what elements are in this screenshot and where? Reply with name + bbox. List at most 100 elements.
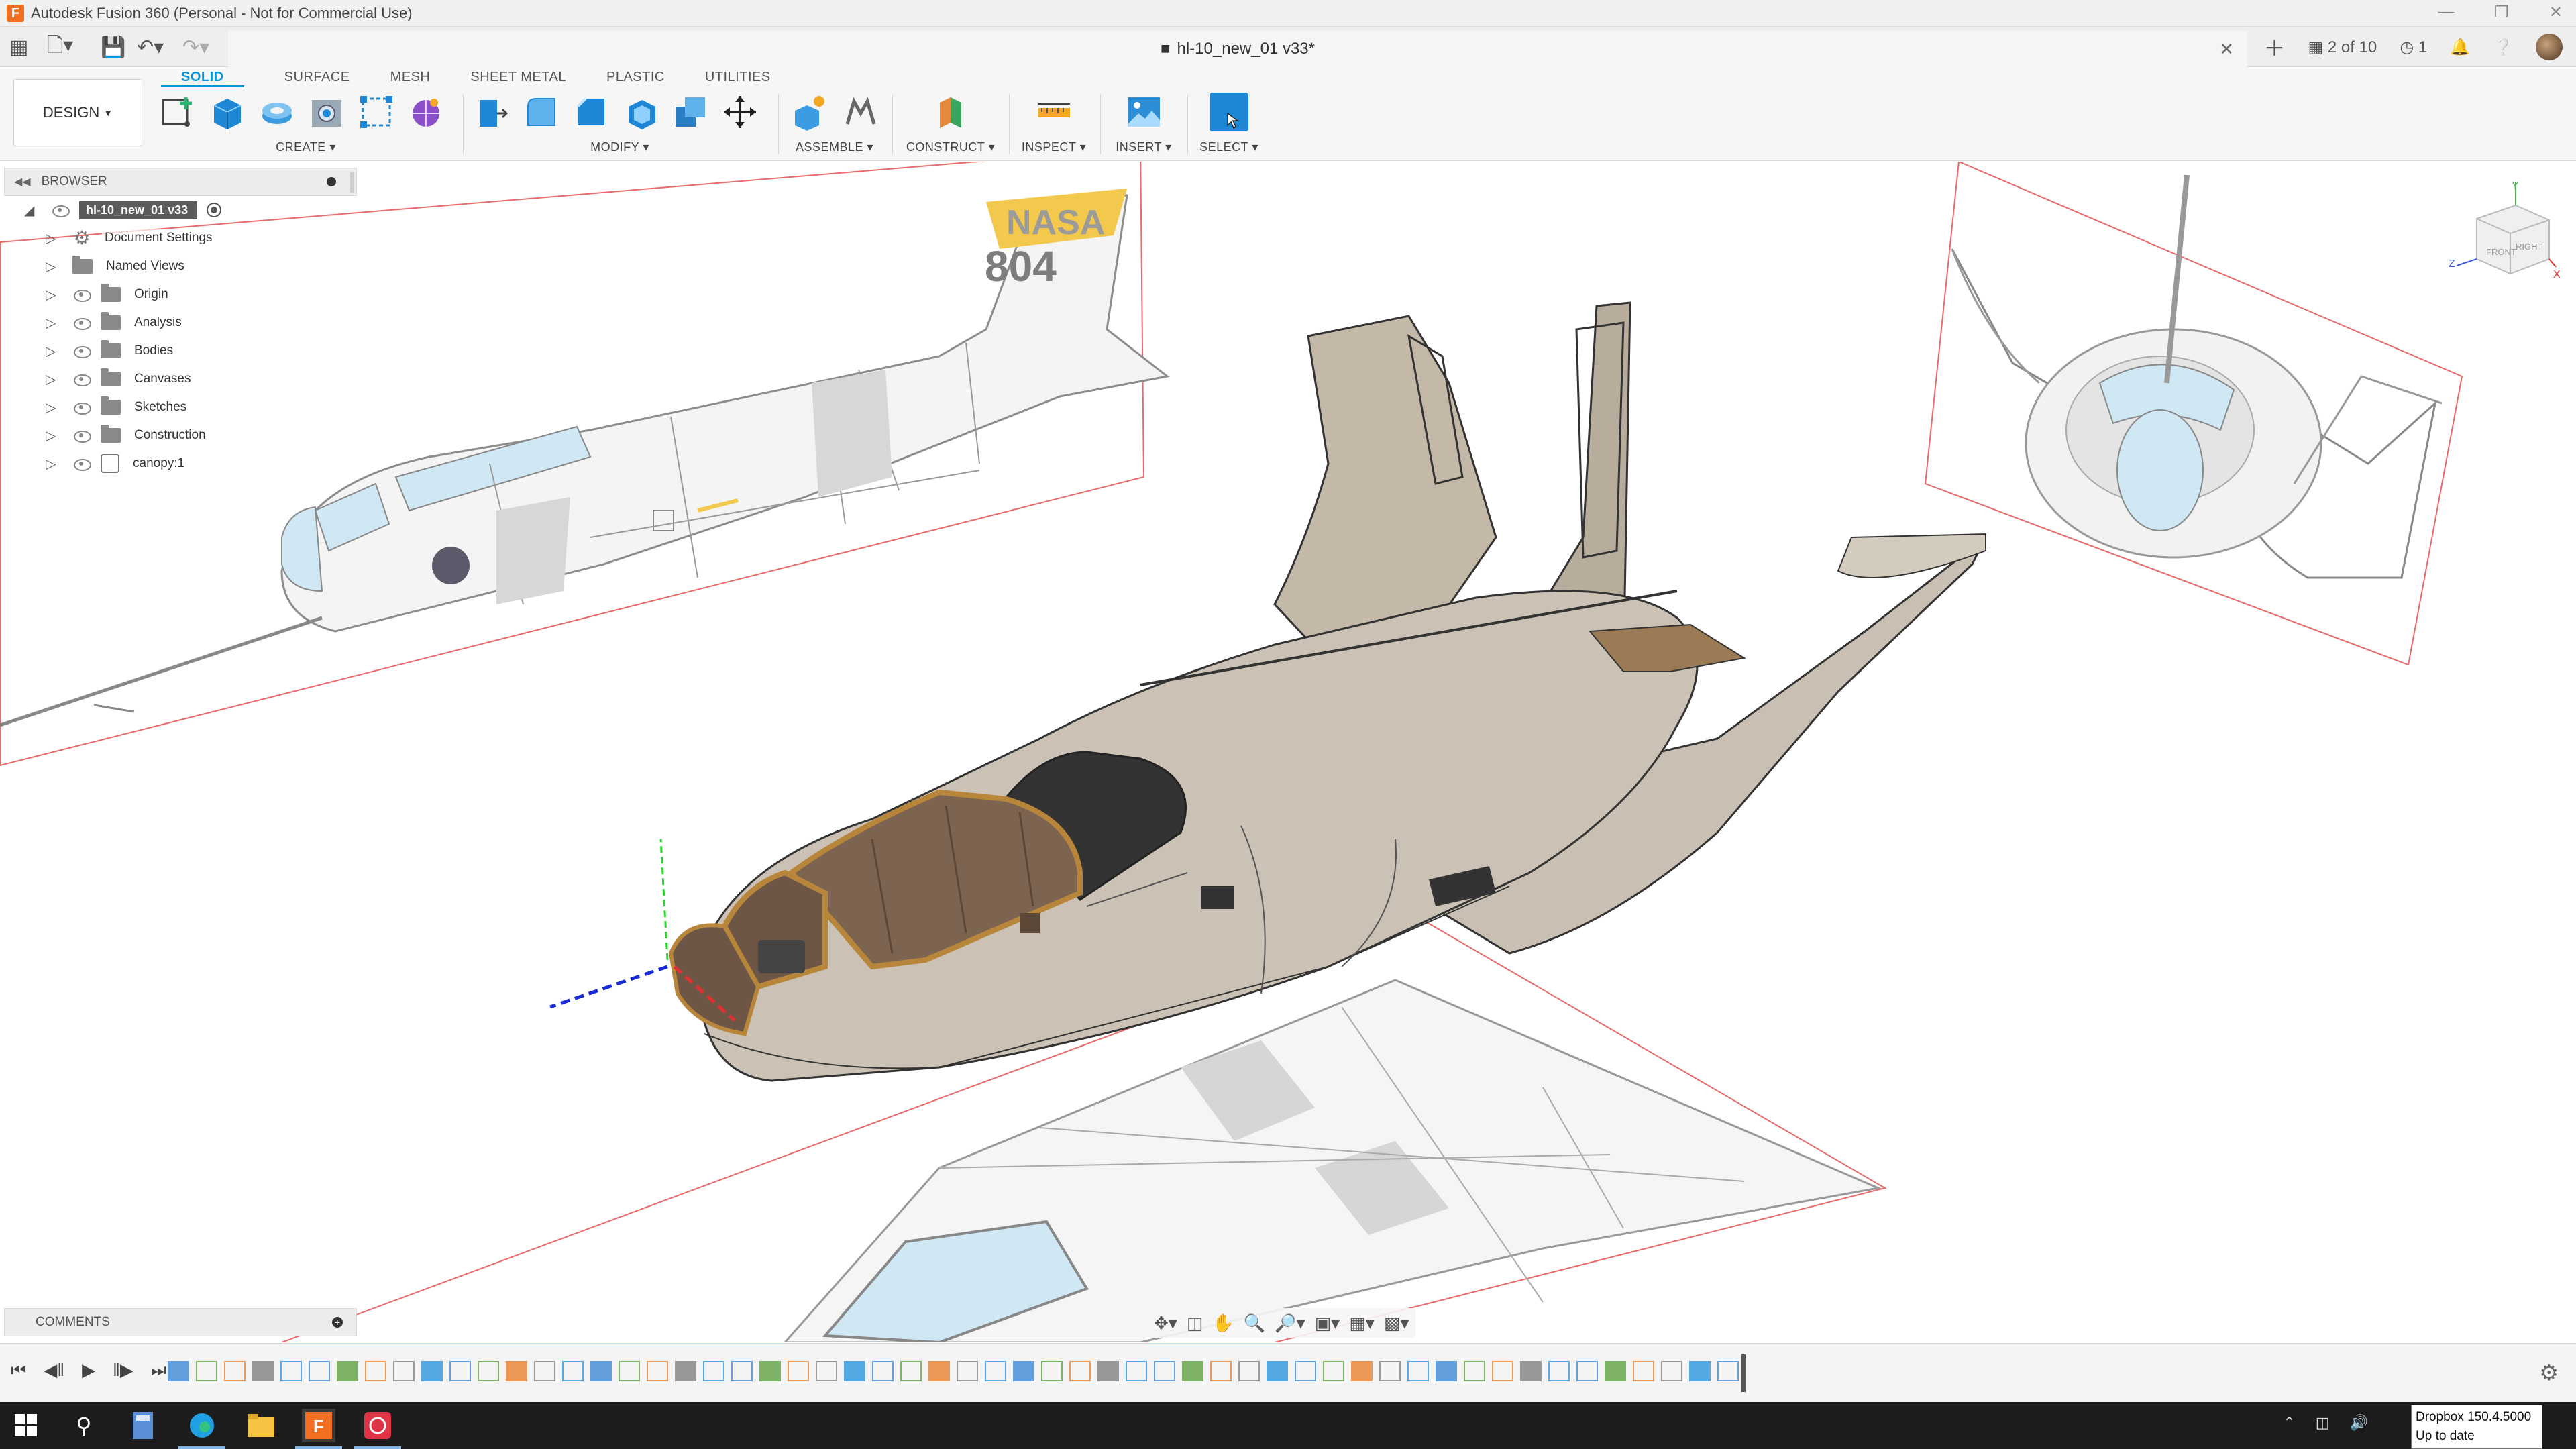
insert-canvas-button[interactable] [1124, 93, 1163, 131]
visibility-eye-icon[interactable] [51, 204, 70, 217]
timeline-feature[interactable] [759, 1361, 781, 1381]
display-settings-icon[interactable]: ▣▾ [1315, 1313, 1340, 1334]
timeline-feature[interactable] [1210, 1361, 1232, 1381]
viewports-icon[interactable]: ▩▾ [1384, 1313, 1409, 1334]
expand-triangle-icon[interactable]: ▷ [46, 343, 60, 360]
fit-zoom-icon[interactable]: 🔎▾ [1275, 1313, 1305, 1334]
timeline-feature[interactable] [703, 1361, 724, 1381]
file-menu-icon[interactable]: 🗋▾ [47, 32, 73, 62]
press-pull-button[interactable] [472, 93, 511, 131]
root-document-name[interactable]: hl-10_new_01 v33 [79, 201, 198, 219]
panel-resize-handle[interactable] [350, 172, 354, 193]
browser-item-construction[interactable]: ▷ Construction [4, 421, 357, 449]
timeline-feature[interactable] [1267, 1361, 1288, 1381]
timeline-feature[interactable] [1013, 1361, 1034, 1381]
extensions-status[interactable]: ◷ 1 [2400, 38, 2427, 57]
timeline-feature[interactable] [816, 1361, 837, 1381]
file-explorer-icon[interactable] [244, 1409, 278, 1442]
visibility-eye-icon[interactable] [72, 401, 91, 415]
browser-item-named-views[interactable]: ▷ Named Views [4, 252, 357, 280]
fillet-button[interactable] [522, 93, 561, 131]
document-tab[interactable]: ■ hl-10_new_01 v33* ✕ [228, 31, 2247, 67]
create-group-label[interactable]: CREATE ▾ [158, 140, 453, 154]
zoom-icon[interactable]: 🔍 [1244, 1313, 1265, 1334]
extrude-button[interactable] [208, 93, 247, 131]
timeline-feature[interactable] [1182, 1361, 1203, 1381]
app-menu-grid-icon[interactable]: ▦ [9, 32, 28, 62]
add-comment-icon[interactable]: + [332, 1317, 343, 1328]
timeline-feature[interactable] [619, 1361, 640, 1381]
minimize-icon[interactable]: — [2438, 3, 2454, 22]
tab-utilities[interactable]: UTILITIES [685, 67, 791, 87]
expand-triangle-icon[interactable]: ◢ [24, 202, 42, 219]
close-tab-icon[interactable]: ✕ [2219, 39, 2234, 60]
view-cube[interactable]: FRONT RIGHT Y Z X [2449, 180, 2563, 294]
expand-triangle-icon[interactable]: ▷ [46, 455, 60, 472]
timeline-feature[interactable] [534, 1361, 555, 1381]
browser-item-analysis[interactable]: ▷ Analysis [4, 309, 357, 337]
timeline-feature[interactable] [1379, 1361, 1401, 1381]
expand-triangle-icon[interactable]: ▷ [46, 399, 60, 416]
insert-group-label[interactable]: INSERT ▾ [1108, 140, 1179, 154]
visibility-eye-icon[interactable] [72, 458, 91, 471]
tab-solid[interactable]: SOLID [161, 67, 244, 87]
timeline-feature[interactable] [224, 1361, 246, 1381]
timeline-feature[interactable] [337, 1361, 358, 1381]
timeline-feature[interactable] [1576, 1361, 1598, 1381]
timeline-feature[interactable] [675, 1361, 696, 1381]
new-tab-icon[interactable]: ＋ [2263, 32, 2285, 62]
orbit-icon[interactable]: ✥▾ [1154, 1313, 1177, 1334]
assemble-group-label[interactable]: ASSEMBLE ▾ [788, 140, 881, 154]
timeline-feature[interactable] [731, 1361, 753, 1381]
timeline-feature[interactable] [928, 1361, 950, 1381]
timeline-marker[interactable] [1741, 1354, 1746, 1392]
step-forward-icon[interactable]: ‖▶ [113, 1360, 133, 1381]
redo-icon[interactable]: ↷▾ [182, 32, 209, 62]
expand-triangle-icon[interactable]: ▷ [46, 315, 60, 331]
chamfer-button[interactable] [572, 93, 610, 131]
revolve-button[interactable] [258, 93, 297, 131]
timeline-feature[interactable] [478, 1361, 499, 1381]
timeline-feature[interactable] [1041, 1361, 1063, 1381]
timeline-feature[interactable] [872, 1361, 894, 1381]
volume-icon[interactable]: 🔊 [2350, 1414, 2368, 1432]
edge-browser-icon[interactable] [185, 1409, 219, 1442]
timeline-feature[interactable] [1605, 1361, 1626, 1381]
timeline-feature[interactable] [1295, 1361, 1316, 1381]
construct-group-label[interactable]: CONSTRUCT ▾ [902, 140, 1000, 154]
tab-surface[interactable]: SURFACE [244, 67, 370, 87]
timeline-feature[interactable] [1126, 1361, 1147, 1381]
visibility-eye-icon[interactable] [72, 345, 91, 358]
visibility-eye-icon[interactable] [72, 429, 91, 443]
select-button[interactable] [1210, 93, 1248, 131]
network-icon[interactable]: ◫ [2316, 1414, 2330, 1432]
combine-button[interactable] [671, 93, 710, 131]
browser-item-origin[interactable]: ▷ Origin [4, 280, 357, 309]
go-to-start-icon[interactable]: ⏮ [11, 1360, 26, 1381]
expand-triangle-icon[interactable]: ▷ [46, 286, 60, 303]
move-copy-button[interactable] [720, 93, 759, 131]
timeline-feature[interactable] [196, 1361, 217, 1381]
timeline-feature[interactable] [421, 1361, 443, 1381]
visibility-eye-icon[interactable] [72, 373, 91, 386]
timeline-feature[interactable] [957, 1361, 978, 1381]
browser-item-bodies[interactable]: ▷ Bodies [4, 337, 357, 365]
inspect-group-label[interactable]: INSPECT ▾ [1017, 140, 1091, 154]
timeline-feature[interactable] [280, 1361, 302, 1381]
activate-radio-icon[interactable] [207, 203, 222, 217]
tab-sheet-metal[interactable]: SHEET METAL [450, 67, 586, 87]
comments-panel[interactable]: COMMENTS + [4, 1308, 357, 1336]
browser-item-document-settings[interactable]: ▷ ⚙ Document Settings [4, 224, 357, 252]
hole-button[interactable] [307, 93, 346, 131]
workspace-switcher[interactable]: DESIGN ▼ [13, 79, 142, 146]
visibility-eye-icon[interactable] [72, 288, 91, 302]
expand-triangle-icon[interactable]: ▷ [46, 427, 60, 444]
browser-item-canvases[interactable]: ▷ Canvases [4, 365, 357, 393]
browser-root-node[interactable]: ◢ hl-10_new_01 v33 [4, 196, 357, 224]
timeline-feature[interactable] [1689, 1361, 1711, 1381]
joint-button[interactable] [840, 93, 879, 131]
shell-button[interactable] [621, 93, 660, 131]
timeline-feature[interactable] [1154, 1361, 1175, 1381]
front-view-canvas[interactable] [1924, 162, 2463, 666]
new-component-button[interactable] [790, 93, 829, 131]
